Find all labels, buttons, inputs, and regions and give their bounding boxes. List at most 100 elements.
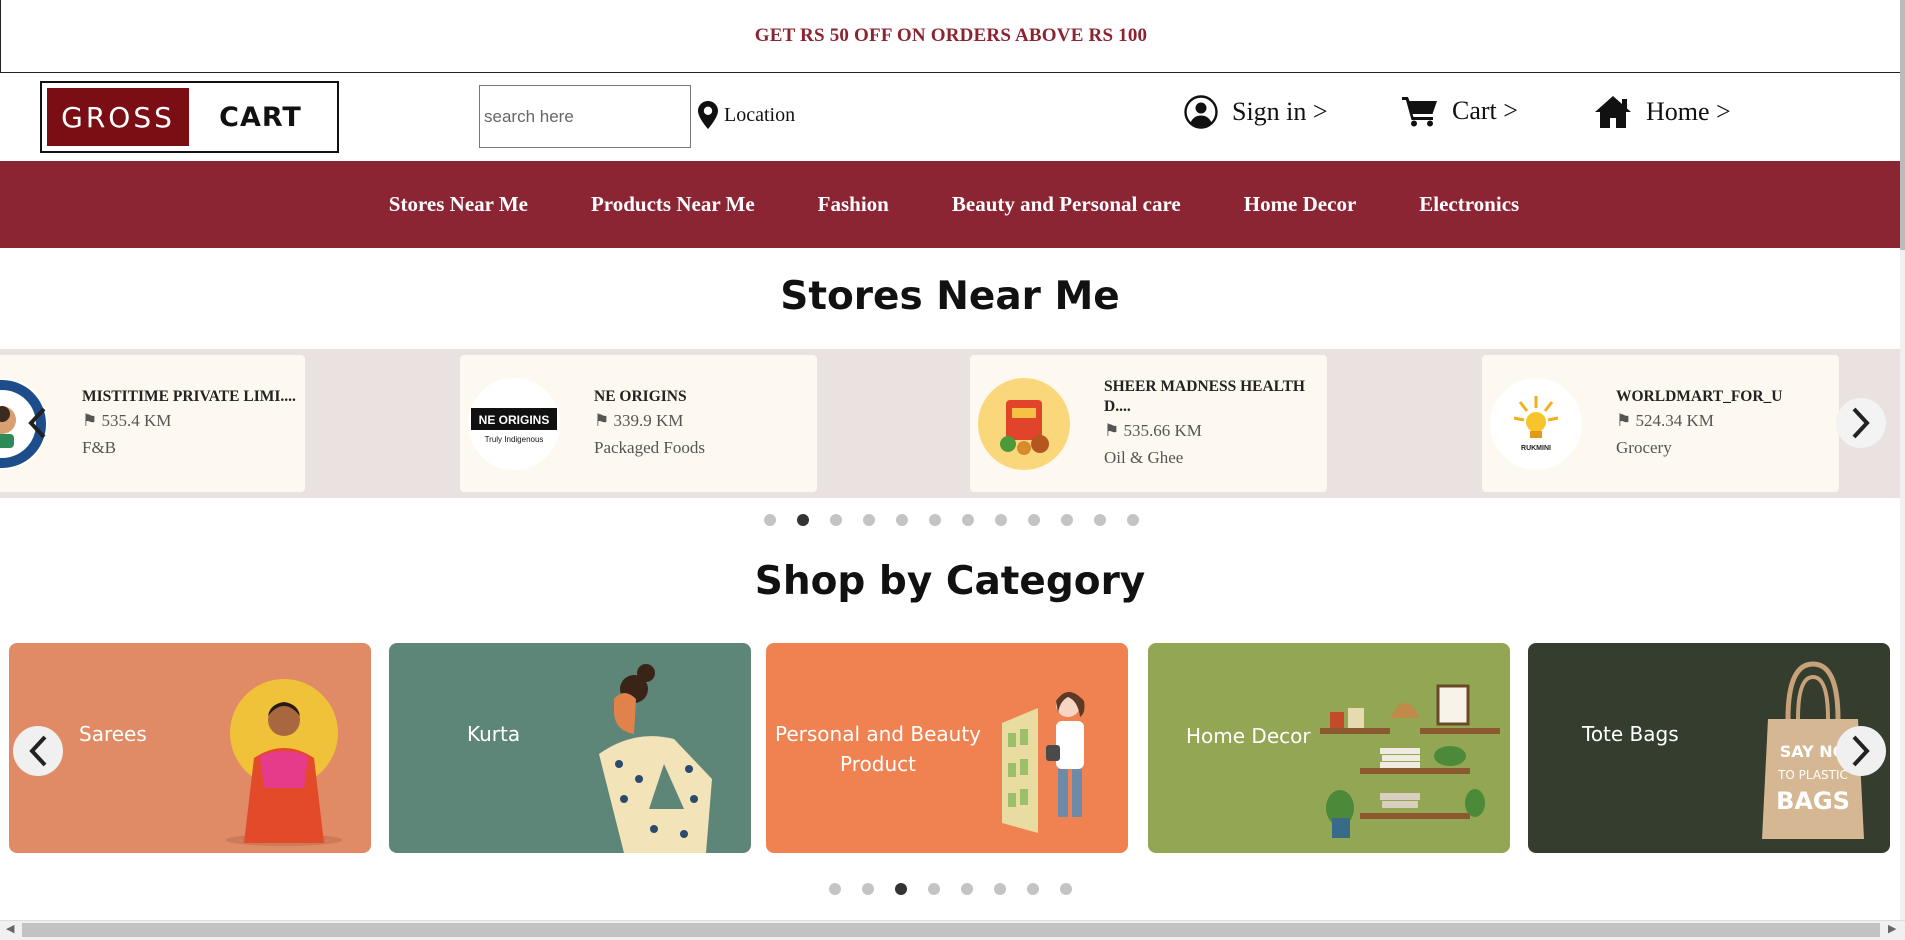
category-pagination <box>829 883 1072 895</box>
stores-pagination <box>764 514 1139 526</box>
store-name: MISTITIME PRIVATE LIMI.... <box>82 387 296 405</box>
pagination-dot[interactable] <box>896 514 908 526</box>
store-info: MISTITIME PRIVATE LIMI.... ⚑ 535.4 KM F&… <box>82 387 296 461</box>
svg-text:RUKMINI: RUKMINI <box>1521 445 1551 452</box>
pagination-dot[interactable] <box>1060 883 1072 895</box>
category-next-button[interactable] <box>1836 726 1886 776</box>
location-label: Location <box>724 103 796 126</box>
nav-item-fashion[interactable]: Fashion <box>818 192 889 217</box>
pagination-dot[interactable] <box>994 883 1006 895</box>
store-info: NE ORIGINS ⚑ 339.9 KM Packaged Foods <box>594 387 705 461</box>
shelf-decor-illustration <box>1320 684 1500 838</box>
stores-next-button[interactable] <box>1836 398 1886 448</box>
stores-prev-button[interactable] <box>12 398 62 448</box>
store-logo: NE ORIGINS Truly Indigenous <box>468 377 560 470</box>
svg-text:Truly Indigenous: Truly Indigenous <box>485 435 544 444</box>
store-category: Packaged Foods <box>594 437 705 457</box>
saree-illustration <box>226 679 342 846</box>
svg-text:TO PLASTIC: TO PLASTIC <box>1777 768 1848 782</box>
horizontal-scrollbar-thumb[interactable] <box>22 923 1880 937</box>
scroll-right-icon[interactable]: ▶ <box>1888 922 1896 935</box>
pagination-dot[interactable] <box>863 514 875 526</box>
cart-label: Cart > <box>1452 96 1518 125</box>
store-distance: ⚑ 339.9 KM <box>594 410 684 430</box>
category-card-home-decor[interactable]: Home Decor <box>1148 643 1510 853</box>
store-category: F&B <box>82 437 117 457</box>
store-logo <box>978 377 1070 470</box>
pagination-dot[interactable] <box>862 883 874 895</box>
store-name: SHEER MADNESS HEALTH D.... <box>1104 377 1305 415</box>
user-circle-icon <box>1184 95 1218 129</box>
location-button[interactable]: Location <box>698 101 795 129</box>
category-card-kurta[interactable]: Kurta <box>389 643 751 853</box>
pin-icon: ⚑ <box>1104 420 1120 440</box>
stores-section-title: Stores Near Me <box>780 274 1120 319</box>
category-prev-button[interactable] <box>13 726 63 776</box>
store-name: NE ORIGINS <box>594 387 687 405</box>
category-card-sarees[interactable]: Sarees <box>9 643 371 853</box>
home-icon <box>1595 96 1631 128</box>
svg-text:BAGS: BAGS <box>1776 787 1850 815</box>
map-pin-icon <box>698 101 718 129</box>
chevron-right-icon <box>1852 735 1870 767</box>
home-label: Home > <box>1646 97 1731 126</box>
site-logo[interactable]: GROSS CART <box>40 81 339 153</box>
category-label: Personal and Beauty Product <box>775 722 981 776</box>
pagination-dot[interactable] <box>995 514 1007 526</box>
nav-item-products-near-me[interactable]: Products Near Me <box>591 192 755 217</box>
nav-item-stores-near-me[interactable]: Stores Near Me <box>389 192 528 217</box>
pagination-dot[interactable] <box>1094 514 1106 526</box>
sign-in-link[interactable]: Sign in > <box>1184 95 1328 129</box>
pagination-dot[interactable] <box>1027 883 1039 895</box>
shopping-cart-icon <box>1402 97 1437 127</box>
pin-icon: ⚑ <box>82 410 98 430</box>
pagination-dot[interactable] <box>829 883 841 895</box>
store-card[interactable]: SHEER MADNESS HEALTH D.... ⚑ 535.66 KM Oi… <box>970 355 1327 492</box>
category-label: Sarees <box>79 722 147 746</box>
scroll-left-icon[interactable]: ◀ <box>6 922 14 935</box>
pagination-dot[interactable] <box>764 514 776 526</box>
pagination-dot[interactable] <box>962 514 974 526</box>
promo-banner: GET RS 50 OFF ON ORDERS ABOVE RS 100 <box>0 0 1902 73</box>
logo-right-text: CART <box>219 101 302 133</box>
svg-text:NE ORIGINS: NE ORIGINS <box>479 413 550 427</box>
category-card-personal-beauty[interactable]: Personal and Beauty Product <box>766 643 1128 853</box>
pin-icon: ⚑ <box>1616 410 1632 430</box>
nav-item-electronics[interactable]: Electronics <box>1419 192 1519 217</box>
category-label: Kurta <box>467 722 521 746</box>
pagination-dot[interactable] <box>961 883 973 895</box>
chevron-left-icon <box>29 735 47 767</box>
nav-item-home-decor[interactable]: Home Decor <box>1244 192 1357 217</box>
beauty-shopper-illustration <box>1002 692 1085 833</box>
stores-carousel: MISTITIME PRIVATE LIMI.... ⚑ 535.4 KM F&… <box>0 349 1900 498</box>
cart-link[interactable]: Cart > <box>1402 95 1518 127</box>
store-info: WORLDMART_FOR_U ⚑ 524.34 KM Grocery <box>1616 387 1783 461</box>
kurta-illustration <box>599 664 712 853</box>
pagination-dot[interactable] <box>1127 514 1139 526</box>
store-name: WORLDMART_FOR_U <box>1616 387 1783 405</box>
store-card[interactable]: NE ORIGINS Truly Indigenous NE ORIGINS ⚑ … <box>460 355 817 492</box>
pagination-dot[interactable] <box>1028 514 1040 526</box>
promo-text: GET RS 50 OFF ON ORDERS ABOVE RS 100 <box>754 25 1148 46</box>
store-distance: ⚑ 535.66 KM <box>1104 420 1202 440</box>
sign-in-label: Sign in > <box>1232 97 1328 126</box>
pagination-dot-active[interactable] <box>797 514 809 526</box>
store-card[interactable]: RUKMINI WORLDMART_FOR_U ⚑ 524.34 KM Groc… <box>1482 355 1839 492</box>
pagination-dot-active[interactable] <box>895 883 907 895</box>
chevron-left-icon <box>28 407 46 439</box>
store-info: SHEER MADNESS HEALTH D.... ⚑ 535.66 KM Oi… <box>1104 377 1305 471</box>
store-distance: ⚑ 524.34 KM <box>1616 410 1714 430</box>
pagination-dot[interactable] <box>830 514 842 526</box>
category-section-title: Shop by Category <box>754 559 1146 604</box>
store-category: Oil & Ghee <box>1104 447 1184 467</box>
nav-item-beauty[interactable]: Beauty and Personal care <box>952 192 1181 217</box>
vertical-scrollbar-thumb[interactable] <box>1900 0 1905 250</box>
category-label: Tote Bags <box>1582 722 1679 746</box>
pin-icon: ⚑ <box>594 410 610 430</box>
pagination-dot[interactable] <box>928 883 940 895</box>
pagination-dot[interactable] <box>1061 514 1073 526</box>
logo-left-text: GROSS <box>47 88 189 146</box>
home-link[interactable]: Home > <box>1594 95 1731 129</box>
pagination-dot[interactable] <box>929 514 941 526</box>
search-input[interactable] <box>479 85 691 148</box>
